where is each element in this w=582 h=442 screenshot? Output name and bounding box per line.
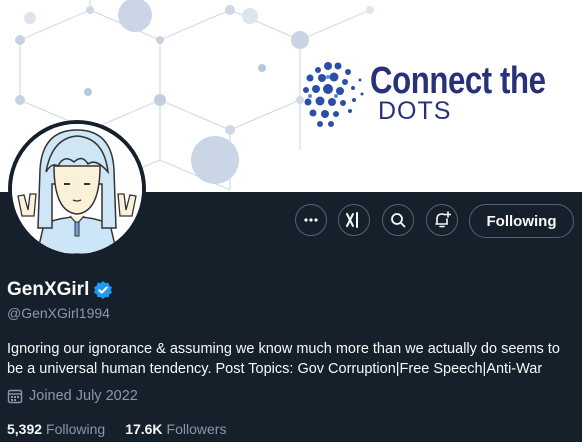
followers-count: 17.6K [125, 421, 163, 437]
joined-date: Joined July 2022 [7, 388, 138, 404]
following-button[interactable]: Following [469, 204, 574, 238]
more-button[interactable] [295, 204, 327, 236]
user-handle: @GenXGirl1994 [7, 305, 110, 321]
dots-sphere-icon [303, 62, 364, 127]
profile-bio: Ignoring our ignorance & assuming we kno… [7, 341, 560, 377]
following-stat[interactable]: 5,392 Following [7, 421, 105, 437]
display-name: GenXGirl [7, 279, 90, 300]
more-icon [304, 218, 318, 222]
avatar-image [12, 124, 142, 254]
search-icon [391, 213, 406, 228]
verified-badge-icon[interactable] [93, 280, 113, 300]
grok-button[interactable] [338, 204, 370, 236]
followers-label: Followers [166, 421, 227, 437]
followers-stat[interactable]: 17.6K Followers [125, 421, 226, 437]
notifications-button[interactable] [426, 204, 458, 236]
follow-stats: 5,392 Following 17.6K Followers [7, 421, 246, 437]
search-button[interactable] [382, 204, 414, 236]
following-count: 5,392 [7, 421, 43, 437]
name-row: GenXGirl [7, 279, 113, 301]
calendar-icon [7, 389, 23, 404]
grok-icon [346, 212, 358, 228]
following-label: Following [46, 421, 106, 437]
anime-girl-avatar-icon [12, 124, 142, 254]
avatar[interactable] [8, 120, 146, 258]
bell-plus-icon [435, 211, 451, 228]
joined-label: Joined July 2022 [29, 388, 138, 404]
connect-the-dots-logo: Connect the DOTS [298, 58, 578, 132]
logo-subtitle: DOTS [378, 97, 452, 125]
